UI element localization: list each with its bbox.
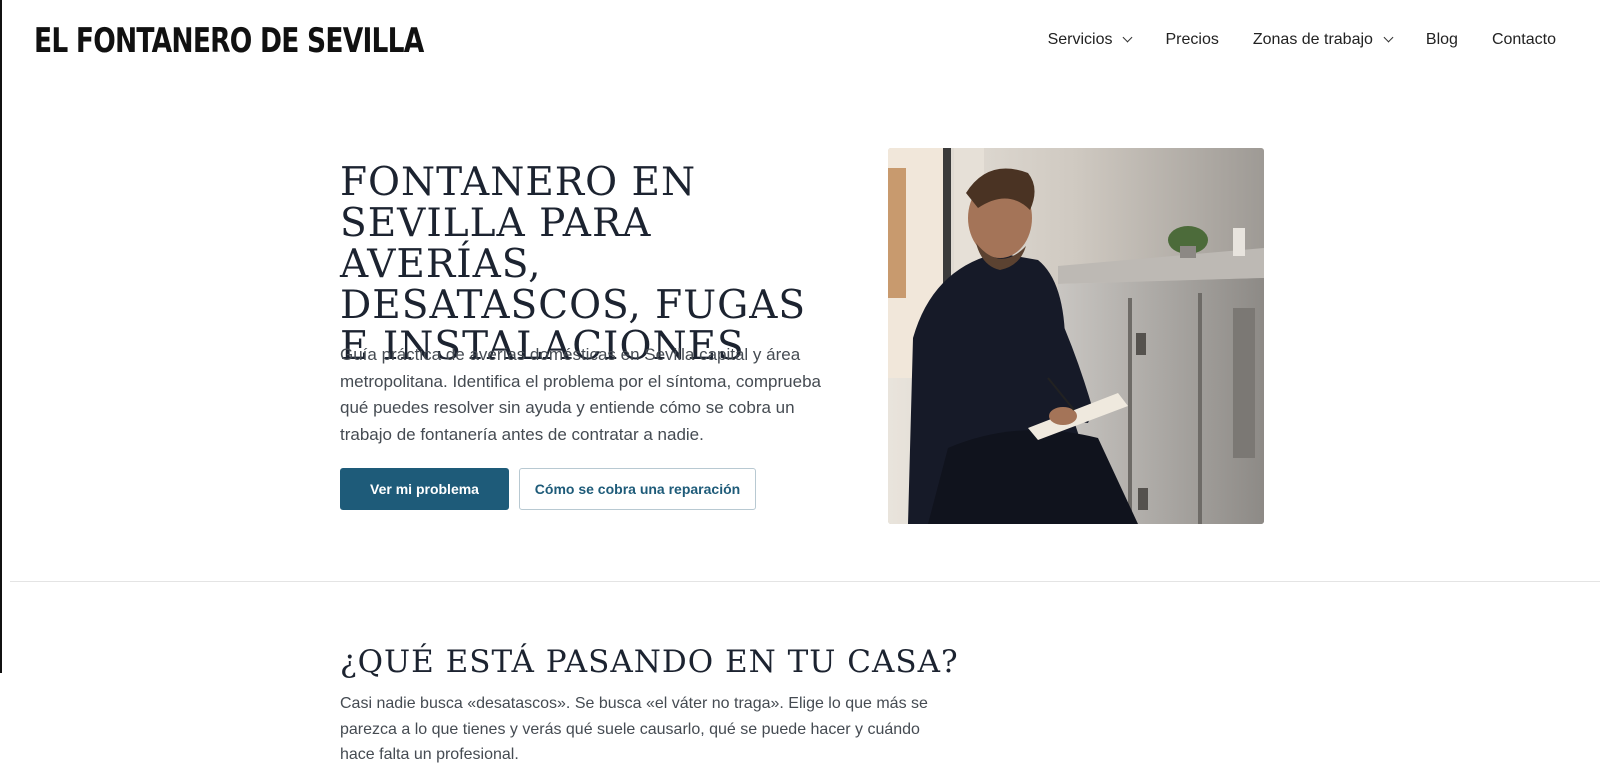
- hero-plumber-image: [888, 148, 1264, 524]
- left-edge-rule: [0, 0, 2, 673]
- nav-item-contacto[interactable]: Contacto: [1492, 29, 1556, 51]
- hero-title-line: FONTANERO EN: [340, 160, 697, 205]
- site-header: EL FONTANERO DE SEVILLA Servicios Precio…: [0, 0, 1600, 80]
- nav-item-label: Precios: [1165, 31, 1219, 48]
- hero-description: Guía práctica de averías domésticas en S…: [340, 345, 821, 444]
- section-divider: [10, 581, 1600, 582]
- section-title: ¿QUÉ ESTÁ PASANDO EN TU CASA?: [340, 644, 959, 680]
- nav-item-servicios[interactable]: Servicios: [1047, 29, 1133, 51]
- main-nav: Servicios Precios Zonas de trabajo Blog …: [1048, 29, 1556, 51]
- site-logo[interactable]: EL FONTANERO DE SEVILLA: [34, 22, 424, 60]
- hero-title: FONTANERO EN SEVILLA PARA AVERÍAS, DESAT…: [340, 162, 820, 367]
- nav-item-label: Servicios: [1047, 31, 1113, 48]
- chevron-down-icon: [1383, 32, 1394, 43]
- nav-item-blog[interactable]: Blog: [1426, 29, 1458, 51]
- nav-item-zonas[interactable]: Zonas de trabajo: [1252, 29, 1394, 51]
- nav-item-label: Contacto: [1491, 31, 1556, 48]
- chevron-down-icon: [1123, 32, 1133, 43]
- nav-item-label: Zonas de trabajo: [1252, 31, 1373, 48]
- see-my-problem-button[interactable]: Ver mi problema: [340, 468, 509, 510]
- nav-item-label: Blog: [1425, 31, 1458, 48]
- hero-title-line: SEVILLA PARA AVERÍAS,: [340, 201, 652, 287]
- nav-item-precios[interactable]: Precios: [1165, 29, 1218, 51]
- hero-title-line: DESATASCOS, FUGAS: [340, 283, 807, 328]
- section-description: Casi nadie busca «desatascos». Se busca …: [340, 695, 928, 763]
- how-repair-is-charged-button[interactable]: Cómo se cobra una reparación: [519, 468, 756, 510]
- plumber-photo-illustration: [888, 148, 1264, 524]
